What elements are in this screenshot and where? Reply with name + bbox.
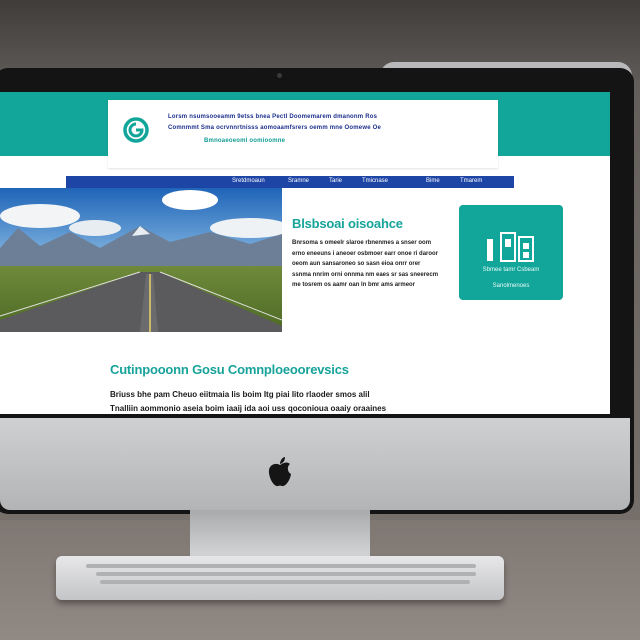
- building-icon: [487, 232, 534, 262]
- card-line-1: Sbmee tamr Csbeam: [482, 267, 540, 273]
- nav-item-3[interactable]: Tarie: [329, 178, 342, 184]
- header-line-3: Bmnoaeoeoml oomioomne: [204, 138, 286, 144]
- hero-road-image: [0, 188, 282, 332]
- header-line-1: Lorsm nsumsooeamm 9etss bnea Pectl Doome…: [168, 114, 378, 120]
- apple-logo-icon: [268, 457, 291, 487]
- nav-bar: Sretdmoaun Sramne Tarie Tmicnase Bime Tm…: [66, 176, 514, 188]
- nav-item-4[interactable]: Tmicnase: [362, 178, 388, 184]
- webpage-screen: Lorsm nsumsooeamm 9etss bnea Pectl Doome…: [0, 92, 610, 414]
- header-line-2: Comnmmt Sma ocrvnnrtnisss aomoaamfsrers …: [168, 125, 381, 131]
- site-header: Lorsm nsumsooeamm 9etss bnea Pectl Doome…: [108, 100, 498, 168]
- monitor-chin: [0, 418, 630, 510]
- section-heading: Cutinpooonn Gosu Comnploeoorevsics: [110, 362, 349, 377]
- section-text-line-1: Briuss bhe pam Cheuo eiitmaia lis boim I…: [110, 390, 370, 399]
- keyboard-row: [96, 572, 476, 576]
- section-text-line-2: Tnalliin aommonio aseia boim iaaij ida a…: [110, 404, 387, 413]
- feature-card[interactable]: Sbmee tamr Csbeam Sanolmenoes: [459, 205, 563, 300]
- keyboard: [56, 556, 504, 600]
- nav-item-1[interactable]: Sretdmoaun: [232, 178, 265, 184]
- nav-item-2[interactable]: Sramne: [288, 178, 309, 184]
- nav-item-5[interactable]: Bime: [426, 178, 440, 184]
- site-logo-icon[interactable]: [122, 116, 150, 144]
- keyboard-row: [86, 564, 476, 568]
- webcam: [277, 73, 282, 78]
- nav-item-6[interactable]: Tmarem: [460, 178, 482, 184]
- side-paragraph: Bnrsoma s omeelr slaroe rbnenmes a snser…: [292, 240, 439, 288]
- card-line-2: Sanolmenoes: [492, 283, 530, 289]
- keyboard-row: [100, 580, 470, 584]
- side-heading: Blsbsoai oisoahce: [292, 216, 403, 231]
- monitor-stand: [190, 510, 370, 562]
